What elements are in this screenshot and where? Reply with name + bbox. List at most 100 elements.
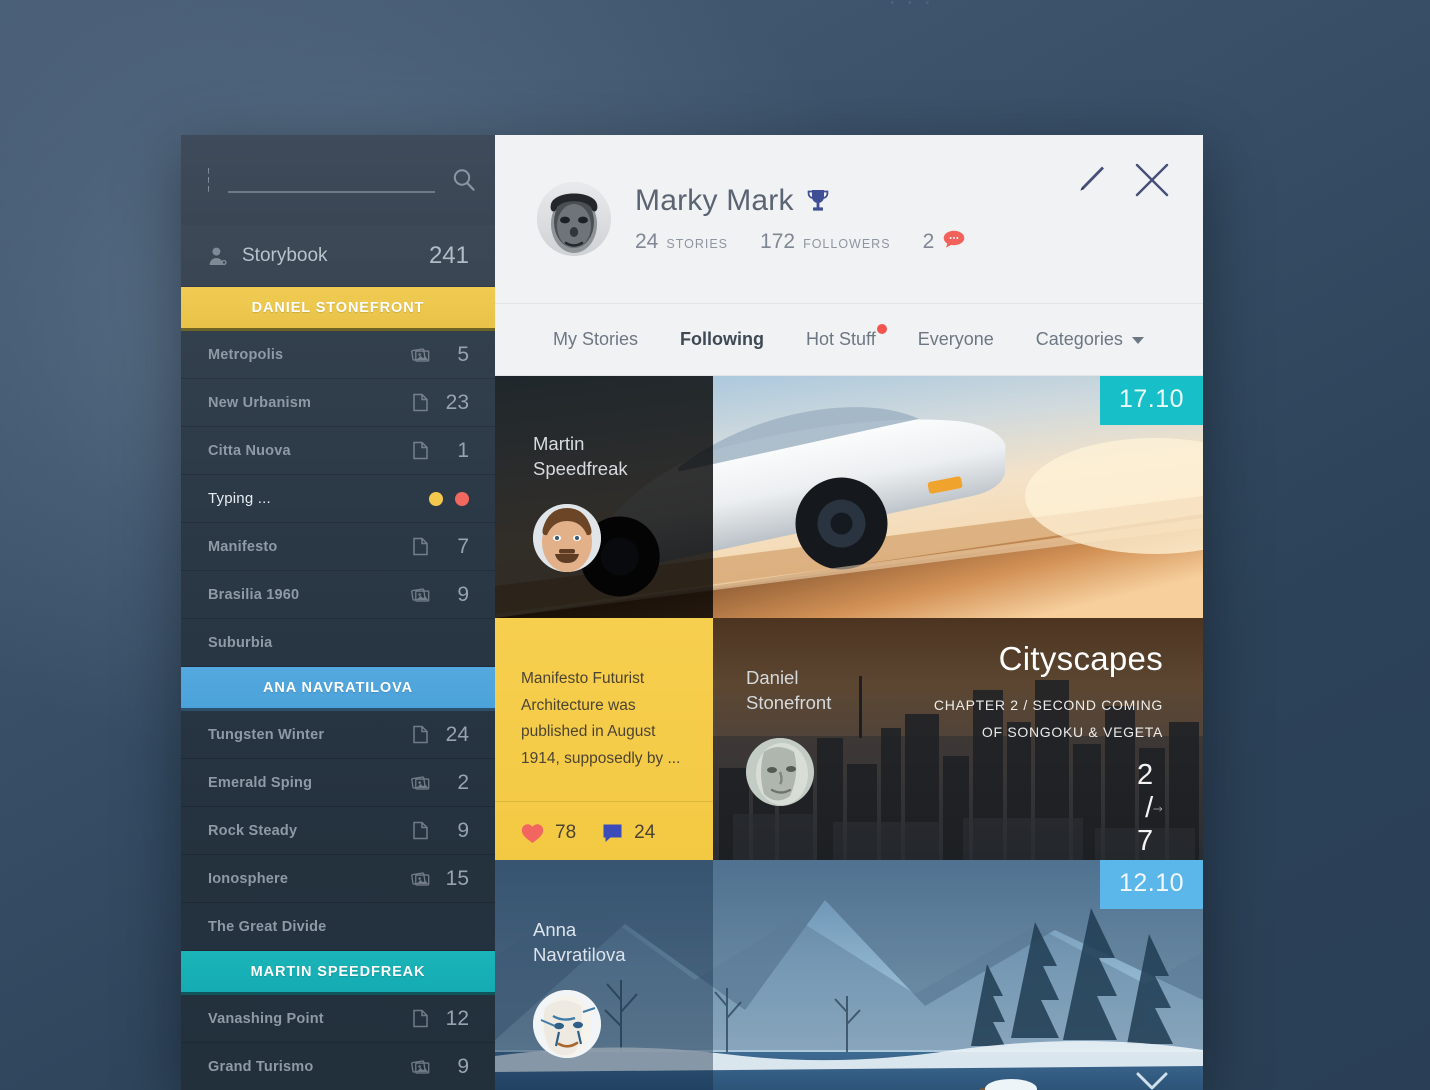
like-counter[interactable]: 78: [521, 822, 576, 844]
sidebar: Storybook 241 DANIEL STONEFRONT Metropoli…: [181, 135, 495, 1090]
document-icon: [413, 1009, 428, 1028]
story-subtitle: CHAPTER 2 / SECOND COMING OF SONGOKU & V…: [933, 697, 1163, 740]
story-author-navratilova: Anna Navratilova: [533, 919, 626, 965]
sidebar-item-label: Tungsten Winter: [208, 726, 325, 743]
document-icon: [413, 725, 428, 744]
document-icon: [413, 441, 428, 460]
tab-label: Categories: [1035, 329, 1123, 349]
page-indicator: 2 / 7: [1137, 759, 1154, 858]
profile-info: Marky Mark 24 STORIES 172 FOLLOWERS 2: [635, 184, 997, 254]
sidebar-item-label: Metropolis: [208, 346, 284, 363]
user-icon: [209, 247, 227, 265]
sidebar-item-count: 23: [445, 390, 469, 414]
sidebar-item[interactable]: Vanashing Point 12: [181, 995, 495, 1043]
app-window: Storybook 241 DANIEL STONEFRONT Metropoli…: [181, 135, 1203, 1090]
sidebar-item[interactable]: Tungsten Winter 24: [181, 711, 495, 759]
sidebar-item-label: Emerald Sping: [208, 774, 313, 791]
sidebar-item[interactable]: Metropolis 5: [181, 331, 495, 379]
tab-my-stories[interactable]: My Stories: [553, 329, 638, 350]
story-date-badge: 12.10: [1099, 860, 1203, 909]
sidebar-item[interactable]: New Urbanism 23: [181, 379, 495, 427]
divider: [495, 801, 713, 802]
profile-stat: 172 FOLLOWERS: [760, 230, 891, 254]
sidebar-item-storybook[interactable]: Storybook 241: [181, 225, 495, 287]
search-icon[interactable]: [451, 167, 477, 193]
sidebar-item-count: 5: [457, 342, 469, 366]
chevron-down-icon[interactable]: [1131, 336, 1144, 344]
tab-everyone[interactable]: Everyone: [918, 329, 994, 350]
sidebar-item-count: 24: [445, 722, 469, 746]
sidebar-item[interactable]: Citta Nuova 1: [181, 427, 495, 475]
story-card-speedfreak[interactable]: Martin Speedfreak 17.10: [495, 376, 1203, 618]
comment-counter[interactable]: 24: [602, 822, 655, 844]
search-input[interactable]: [228, 167, 435, 193]
storybook-label: Storybook: [242, 244, 328, 266]
tab-label: My Stories: [553, 329, 639, 349]
hamburger-icon[interactable]: [208, 168, 209, 192]
notification-dot: [876, 324, 887, 334]
profile-header: Marky Mark 24 STORIES 172 FOLLOWERS 2: [495, 135, 1203, 304]
sidebar-item-label: Suburbia: [208, 634, 273, 651]
avatar: [533, 990, 601, 1058]
sidebar-groups: DANIEL STONEFRONT Metropolis 5 New Urbanism…: [181, 287, 495, 1090]
speed-overlay: [495, 376, 713, 618]
tab-label: Following: [680, 329, 765, 349]
sidebar-item[interactable]: Emerald Sping 2: [181, 759, 495, 807]
sidebar-toolbar: [181, 135, 495, 225]
sidebar-group-header[interactable]: MARTIN SPEEDFREAK: [181, 951, 495, 995]
pencil-icon[interactable]: [1073, 163, 1107, 197]
tab-categories[interactable]: Categories: [1036, 329, 1144, 350]
storybook-count: 241: [428, 241, 469, 269]
sidebar-item[interactable]: Grand Turismo 9: [181, 1043, 495, 1090]
sidebar-item[interactable]: Manifesto 7: [181, 523, 495, 571]
sidebar-item-label: Grand Turismo: [208, 1058, 314, 1075]
stat-value: 172: [760, 230, 796, 253]
trophy-icon: [807, 190, 828, 211]
photos-icon: [411, 1060, 430, 1074]
tab-hot-stuff[interactable]: Hot Stuff: [806, 324, 887, 350]
sidebar-item-label: Typing ...: [208, 490, 271, 507]
document-icon: [413, 821, 428, 840]
profile-stats: 24 STORIES 172 FOLLOWERS 2: [635, 230, 997, 254]
sidebar-item[interactable]: Typing ...: [181, 475, 495, 523]
sidebar-item[interactable]: Ionosphere 15: [181, 855, 495, 903]
sidebar-item-label: Rock Steady: [208, 822, 298, 839]
status-dot-yellow: [429, 491, 443, 506]
stat-label: FOLLOWERS: [803, 237, 891, 251]
message-count: 2: [922, 230, 935, 253]
comment-count: 24: [634, 822, 656, 843]
close-icon[interactable]: [1133, 161, 1171, 199]
message-counter[interactable]: 2: [923, 230, 966, 254]
sidebar-group-header[interactable]: ANA NAVRATILOVA: [181, 667, 495, 711]
story-card-quote[interactable]: Manifesto Futurist Architecture was publ…: [495, 618, 713, 860]
sidebar-group-header[interactable]: DANIEL STONEFRONT: [181, 287, 495, 331]
sidebar-item[interactable]: Rock Steady 9: [181, 807, 495, 855]
story-feed: Martin Speedfreak 17.10 Manifesto Futuri…: [495, 376, 1203, 1090]
like-count: 78: [555, 822, 577, 843]
arrow-right-icon[interactable]: [1153, 797, 1163, 821]
story-title: Cityscapes: [998, 640, 1163, 677]
sidebar-item-count: 9: [457, 582, 469, 606]
tab-following[interactable]: Following: [680, 329, 764, 350]
sidebar-item-count: 9: [457, 1054, 469, 1078]
stat-value: 24: [635, 230, 659, 253]
quote-text: Manifesto Futurist Architecture was publ…: [521, 670, 681, 767]
story-card-cityscapes[interactable]: Daniel Stonefront Cityscapes CHAPTER 2 /…: [713, 618, 1203, 860]
sidebar-item-label: Citta Nuova: [208, 442, 291, 459]
cityscapes-content: Cityscapes CHAPTER 2 / SECOND COMING OF …: [905, 618, 1203, 860]
story-author-stonefront: Daniel Stonefront: [746, 667, 832, 713]
avatar: [533, 504, 601, 572]
photos-icon: [411, 348, 430, 362]
main-panel: Marky Mark 24 STORIES 172 FOLLOWERS 2 My…: [495, 135, 1203, 1090]
story-date-badge: 17.10: [1099, 376, 1203, 425]
profile-actions: [1073, 161, 1171, 199]
background-ghost-text: · · ·: [887, 0, 933, 16]
chevron-down-icon[interactable]: [1135, 1070, 1169, 1090]
sidebar-item[interactable]: The Great Divide: [181, 903, 495, 951]
story-card-winter[interactable]: Anna Navratilova 12.10: [495, 860, 1203, 1090]
page-title: Marky Mark: [635, 184, 794, 217]
photos-icon: [411, 776, 430, 790]
sidebar-item[interactable]: Suburbia: [181, 619, 495, 667]
avatar: [537, 182, 611, 256]
sidebar-item[interactable]: Brasilia 1960 9: [181, 571, 495, 619]
